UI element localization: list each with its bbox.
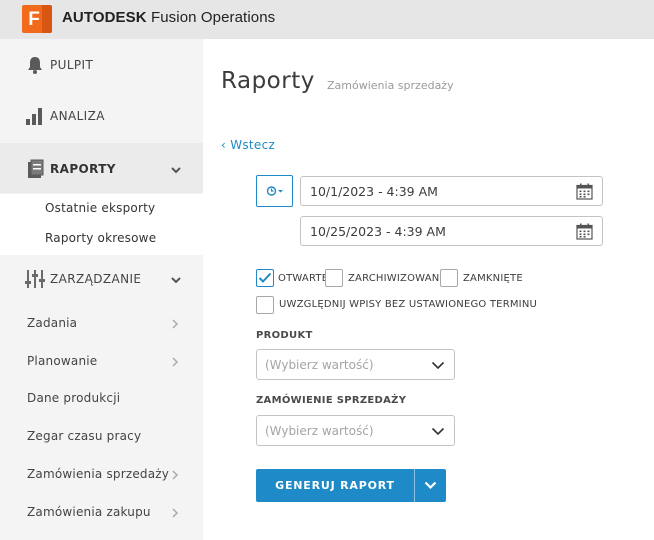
sales-order-select[interactable]: (Wybierz wartość) <box>256 415 455 446</box>
calendar-icon[interactable] <box>576 223 593 240</box>
chevron-right-icon <box>172 319 179 329</box>
sidebar-link-zegar-czasu-pracy[interactable]: Zegar czasu pracy <box>27 429 141 443</box>
generate-options-dropdown-button[interactable] <box>415 469 446 502</box>
date-from-field[interactable]: 10/1/2023 - 4:39 AM <box>300 176 603 206</box>
date-to-value: 10/25/2023 - 4:39 AM <box>310 224 446 239</box>
sidebar-link-zamowienia-zakupu[interactable]: Zamówienia zakupu <box>27 505 151 519</box>
sidebar-item-label: RAPORTY <box>50 162 116 176</box>
chevron-right-icon <box>172 508 179 518</box>
chevron-down-icon <box>424 481 437 490</box>
fusion-logo[interactable]: F <box>22 5 52 33</box>
chevron-right-icon <box>172 470 179 480</box>
chevron-down-icon[interactable] <box>170 164 182 176</box>
sales-order-label: ZAMÓWIENIE SPRZEDAŻY <box>256 395 407 406</box>
sidebar-item-label: ANALIZA <box>50 109 105 123</box>
date-range-preset-button[interactable] <box>256 175 293 207</box>
chevron-down-icon <box>431 427 445 436</box>
sidebar-item-raporty[interactable]: RAPORTY <box>0 143 203 193</box>
generate-report-button[interactable]: GENERUJ RAPORT <box>256 469 414 502</box>
product-label: PRODUKT <box>256 330 313 341</box>
sidebar-item-pulpit[interactable]: PULPIT <box>0 39 203 89</box>
checkbox-label: UWZGLĘDNIJ WPISY BEZ USTAWIONEGO TERMINU <box>279 299 538 310</box>
sidebar-item-analiza[interactable]: ANALIZA <box>0 90 203 140</box>
top-bar: F AUTODESK Fusion Operations <box>0 0 654 39</box>
submenu-item-periodic-reports[interactable]: Raporty okresowe <box>45 231 156 245</box>
bell-icon <box>28 57 42 74</box>
chevron-right-icon <box>172 357 179 367</box>
bar-chart-icon <box>26 108 42 125</box>
checkbox-include-no-deadline[interactable] <box>256 296 274 314</box>
checkbox-zarchiwizowane[interactable] <box>325 269 343 287</box>
sidebar-link-zadania[interactable]: Zadania <box>27 316 77 330</box>
date-to-field[interactable]: 10/25/2023 - 4:39 AM <box>300 216 603 246</box>
submenu-item-recent-exports[interactable]: Ostatnie eksporty <box>45 201 155 215</box>
sidebar-item-label: ZARZĄDZANIE <box>50 272 142 286</box>
chevron-down-icon[interactable] <box>170 274 182 286</box>
checkbox-label: ZAMKNIĘTE <box>463 273 523 284</box>
page-title: Raporty <box>221 68 315 94</box>
brand-rest: Fusion Operations <box>146 9 276 26</box>
sidebar-link-zamowienia-sprzedazy[interactable]: Zamówienia sprzedaży <box>27 467 169 481</box>
brand-bold: AUTODESK <box>62 9 147 26</box>
date-from-value: 10/1/2023 - 4:39 AM <box>310 184 438 199</box>
calendar-icon[interactable] <box>576 183 593 200</box>
report-icon <box>28 159 44 178</box>
chevron-down-icon <box>431 361 445 370</box>
logo-letter: F <box>28 9 40 30</box>
main-content: Raporty Zamówienia sprzedaży ‹ Wstecz 10… <box>203 39 654 540</box>
sliders-icon <box>25 270 45 288</box>
select-placeholder: (Wybierz wartość) <box>265 358 374 372</box>
checkmark-icon <box>258 272 272 283</box>
sidebar: PULPIT ANALIZA RAPORTY Ostatnie eksporty… <box>0 39 203 540</box>
page-subtitle: Zamówienia sprzedaży <box>327 79 454 92</box>
sidebar-item-zarzadzanie[interactable]: ZARZĄDZANIE <box>0 255 203 305</box>
back-link[interactable]: ‹ Wstecz <box>221 138 275 152</box>
app-title: AUTODESK Fusion Operations <box>62 9 275 26</box>
sidebar-link-planowanie[interactable]: Planowanie <box>27 354 97 368</box>
sidebar-link-dane-produkcji[interactable]: Dane produkcji <box>27 391 120 405</box>
checkbox-otwarte[interactable] <box>256 269 274 287</box>
select-placeholder: (Wybierz wartość) <box>265 424 374 438</box>
checkbox-label: ZARCHIWIZOWANE <box>348 273 446 284</box>
checkbox-zamkniete[interactable] <box>440 269 458 287</box>
clock-icon <box>266 186 283 196</box>
sidebar-item-label: PULPIT <box>50 58 94 72</box>
checkbox-label: OTWARTE <box>278 273 329 284</box>
product-select[interactable]: (Wybierz wartość) <box>256 349 455 380</box>
